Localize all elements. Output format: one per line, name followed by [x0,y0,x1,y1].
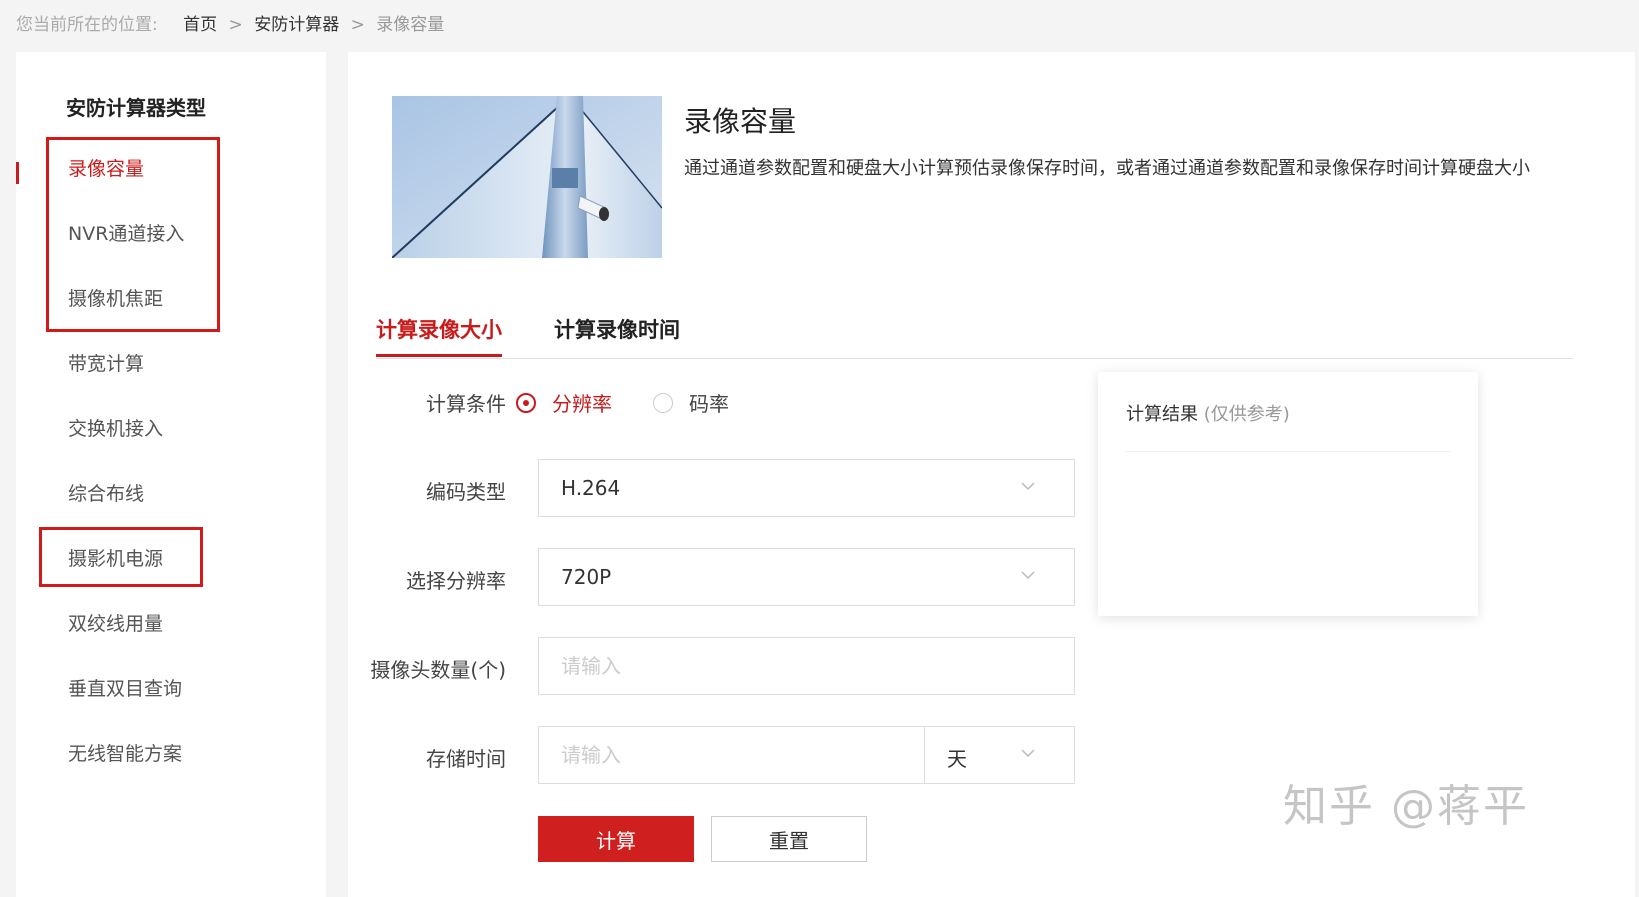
camera-count-input[interactable] [539,638,1074,694]
breadcrumb-separator: > [228,15,243,35]
breadcrumb-current: 录像容量 [376,15,445,35]
result-divider [1126,451,1450,452]
encoding-select-value: H.264 [561,476,621,500]
highlight-box-annotation [46,137,220,332]
result-panel: 计算结果 (仅供参考) [1098,372,1478,616]
breadcrumb-prefix: 您当前所在的位置: [16,15,158,35]
watermark: 知乎 @蒋平 [1283,781,1529,832]
sidebar-item-twisted-pair[interactable]: 双绞线用量 [68,609,163,636]
radio-bitrate[interactable]: 码率 [653,388,729,417]
storage-time-field [538,726,925,784]
camera-count-label: 摄像头数量(个) [370,658,506,682]
resolution-select[interactable]: 720P [538,548,1075,606]
result-note: (仅供参考) [1203,404,1290,425]
resolution-select-value: 720P [561,565,612,589]
tab-calc-recording-size[interactable]: 计算录像大小 [376,314,502,344]
storage-time-label: 存储时间 [426,747,506,771]
highlight-box-annotation [39,527,203,587]
tab-bar: 计算录像大小 计算录像时间 [376,302,1573,359]
camera-count-field [538,637,1075,695]
sidebar-item-switch-access[interactable]: 交换机接入 [68,414,163,441]
sidebar: 安防计算器类型 录像容量 NVR通道接入 摄像机焦距 带宽计算 交换机接入 综合… [16,52,326,897]
resolution-label: 选择分辨率 [406,569,506,593]
radio-resolution-label: 分辨率 [552,392,612,416]
page-title: 录像容量 [684,105,797,138]
result-title: 计算结果 (仅供参考) [1126,400,1290,426]
breadcrumb-separator: > [350,15,365,35]
sidebar-item-binocular-query[interactable]: 垂直双目查询 [68,674,182,701]
breadcrumb-home-link[interactable]: 首页 [183,15,217,35]
tab-calc-recording-time[interactable]: 计算录像时间 [554,314,680,344]
radio-checked-icon [516,392,536,413]
sidebar-item-cabling[interactable]: 综合布线 [68,479,144,506]
radio-unchecked-icon [653,392,673,413]
encoding-label: 编码类型 [426,480,506,504]
chevron-down-icon [1021,571,1035,580]
storage-unit-select[interactable]: 天 [924,726,1075,784]
page-description: 通过通道参数配置和硬盘大小计算预估录像保存时间，或者通过通道参数配置和录像保存时… [684,158,1530,179]
storage-time-input[interactable] [539,727,924,783]
breadcrumb-calculator-link[interactable]: 安防计算器 [254,15,339,35]
sidebar-title: 安防计算器类型 [66,96,206,120]
result-title-text: 计算结果 [1126,404,1198,425]
chevron-down-icon [1021,749,1035,758]
sidebar-active-indicator [16,162,19,184]
sidebar-item-wireless-solution[interactable]: 无线智能方案 [68,739,182,766]
radio-bitrate-label: 码率 [689,392,729,416]
storage-unit-value: 天 [947,747,967,771]
hero-image [392,96,662,258]
encoding-select[interactable]: H.264 [538,459,1075,517]
active-tab-underline [376,354,502,357]
surveillance-camera-image [392,96,662,258]
condition-label: 计算条件 [426,392,506,416]
calculate-button[interactable]: 计算 [538,816,694,862]
reset-button[interactable]: 重置 [711,816,867,862]
sidebar-item-bandwidth[interactable]: 带宽计算 [68,349,144,376]
breadcrumb: 您当前所在的位置: 首页 > 安防计算器 > 录像容量 [16,10,444,35]
radio-resolution[interactable]: 分辨率 [516,388,612,417]
chevron-down-icon [1021,482,1035,491]
